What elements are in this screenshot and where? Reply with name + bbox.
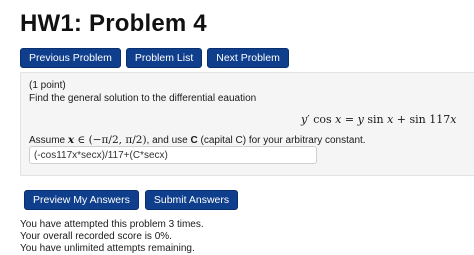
problem-navigation: Previous Problem Problem List Next Probl…: [20, 48, 289, 68]
assume-in: ∈: [77, 134, 86, 146]
submit-answers-button[interactable]: Submit Answers: [144, 190, 239, 210]
problem-points: (1 point): [29, 80, 66, 91]
problem-panel: (1 point) Find the general solution to t…: [20, 72, 474, 176]
eq-x3: x: [450, 113, 457, 126]
eq-y2: y: [357, 113, 364, 126]
differential-equation: y′ cos x = y sin x + sin 117x: [301, 113, 456, 126]
problem-list-button[interactable]: Problem List: [125, 48, 203, 68]
answer-actions: Preview My Answers Submit Answers: [24, 190, 239, 210]
assume-suffix: (capital C) for your arbitrary constant.: [200, 135, 366, 146]
assume-math: x ∈ (−π/2, π/2): [68, 134, 147, 146]
eq-coef: 117: [429, 113, 451, 126]
assume-var: x: [67, 134, 75, 146]
assume-interval: (−π/2, π/2): [88, 134, 147, 146]
eq-equals: =: [344, 113, 355, 126]
eq-sin1: sin: [367, 113, 384, 126]
eq-sin2: sin: [409, 113, 426, 126]
answer-input[interactable]: [29, 146, 317, 164]
eq-cos: cos: [313, 113, 332, 126]
eq-x1: x: [335, 113, 342, 126]
eq-x2: x: [387, 113, 394, 126]
assumption-text: Assume x ∈ (−π/2, π/2), and use C (capit…: [29, 134, 366, 146]
assume-c: C: [190, 135, 198, 146]
status-attempts: You have attempted this problem 3 times.: [20, 219, 204, 230]
next-problem-button[interactable]: Next Problem: [207, 48, 289, 68]
eq-plus: +: [396, 113, 406, 126]
assume-prefix: Assume: [29, 135, 66, 146]
assume-middle: , and use: [146, 135, 188, 146]
problem-question: Find the general solution to the differe…: [29, 93, 257, 104]
status-score: Your overall recorded score is 0%.: [20, 231, 172, 242]
preview-answers-button[interactable]: Preview My Answers: [24, 190, 139, 210]
status-remaining: You have unlimited attempts remaining.: [20, 243, 195, 254]
page-title: HW1: Problem 4: [20, 10, 207, 37]
previous-problem-button[interactable]: Previous Problem: [20, 48, 121, 68]
eq-prime: ′: [307, 113, 310, 126]
